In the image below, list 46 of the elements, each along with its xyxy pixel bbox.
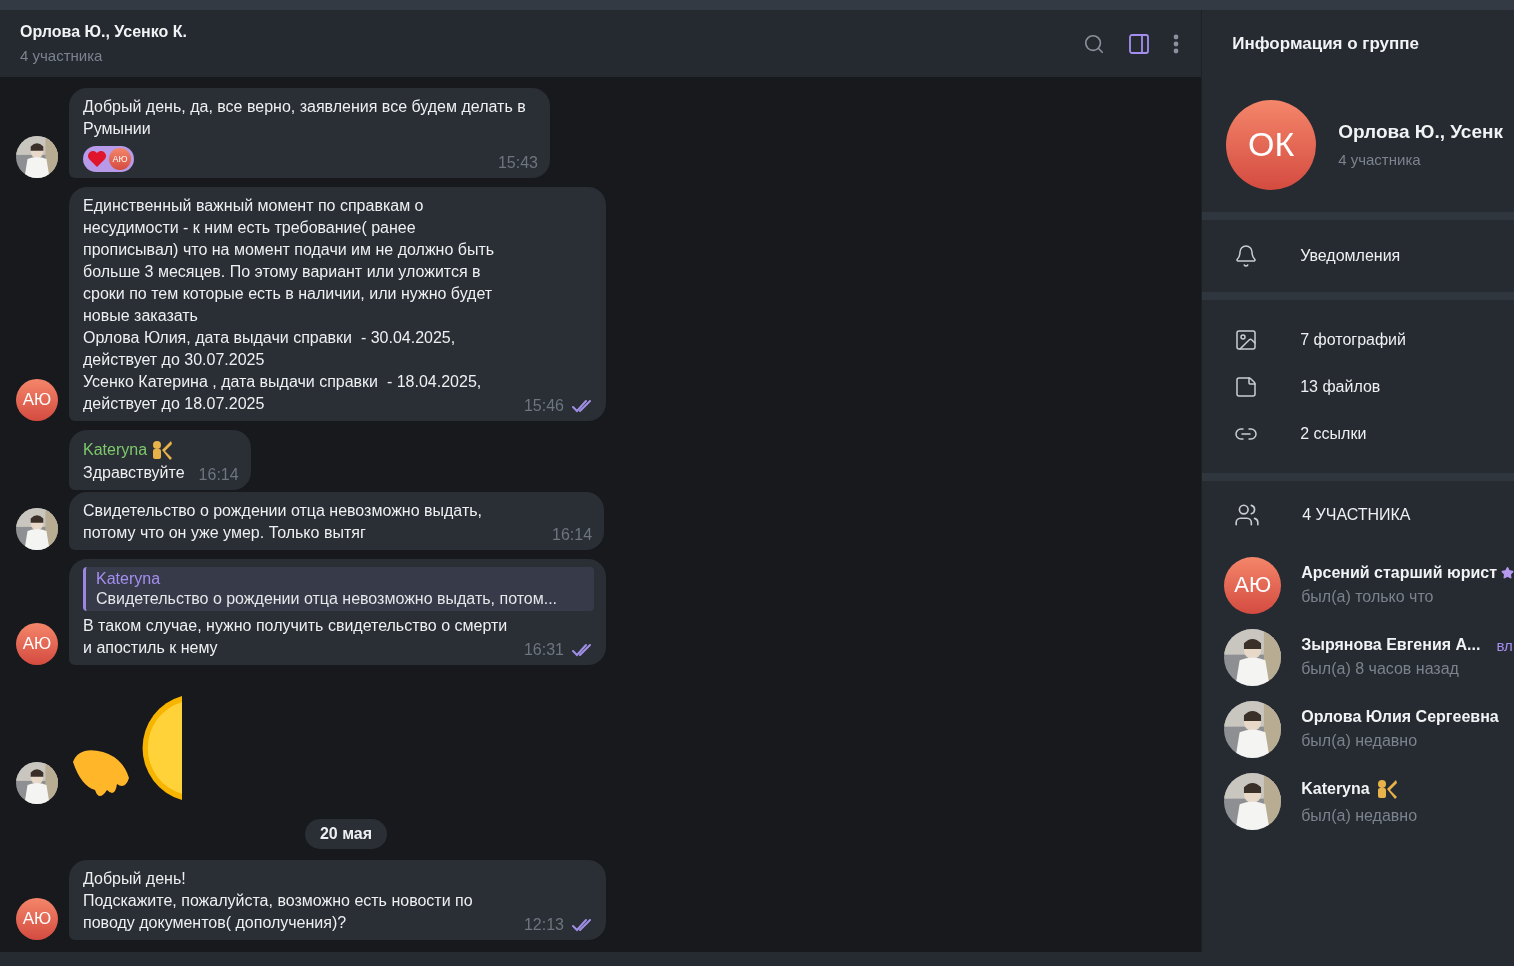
member-role: вл — [1496, 636, 1513, 654]
group-subtitle: 4 участника — [1338, 151, 1422, 168]
message-time: 16:14 — [198, 466, 239, 484]
heart-icon — [87, 150, 107, 168]
member-name[interactable]: Kateryna — [1301, 780, 1370, 798]
bell-icon — [1234, 244, 1259, 268]
star-icon — [1501, 565, 1514, 581]
message-time: 15:46 — [523, 397, 564, 415]
media-item[interactable]: 13 файлов — [1202, 363, 1514, 410]
reply-author: Kateryna — [96, 570, 162, 588]
file-icon — [1234, 374, 1259, 399]
message-time: 12:13 — [523, 916, 564, 934]
reply-quote[interactable]: Kateryna Свидетельство о рождении отца невозможно выдать, потом... — [83, 567, 594, 611]
sender-name[interactable]: Kateryna — [83, 441, 148, 459]
member-status: был(а) недавно — [1301, 732, 1419, 750]
panel-title: Информация о группе — [1232, 33, 1420, 54]
member-status: был(а) только что — [1301, 588, 1435, 606]
message-time: 15:43 — [497, 154, 538, 172]
search-icon — [1083, 32, 1106, 55]
users-icon — [1234, 502, 1261, 528]
image-icon — [1234, 327, 1259, 352]
date-separator: 20 мая — [304, 819, 388, 849]
media-item[interactable]: 2 ссылки — [1202, 410, 1514, 457]
chat-subtitle: 4 участника — [20, 47, 104, 64]
group-name: Орлова Ю., Усенк — [1338, 121, 1503, 143]
notifications-item[interactable]: Уведомления — [1202, 220, 1514, 292]
member-name[interactable]: Арсений старший юрист — [1301, 564, 1497, 582]
message-text: Единственный важный момент по справкам о несудимости - к ним есть требование( ранее прописывал) что на момент подачи им не должно быть больше 3 месяцев. По этому вариант или уложится в сроки по тем которые есть в наличии, или нужно будет новые заказать Орлова Юлия, дата выдачи справки - 30.04.2025, действует до 30.07.2025 Усенко Катерина , дата выдачи справки - 18.04.2025, действует до 18.07.2025 — [83, 196, 496, 414]
message-time: 16:14 — [552, 526, 593, 544]
message-text: Здравствуйте — [83, 463, 185, 483]
reaction-avatar: АЮ — [109, 148, 131, 170]
message-time: 16:31 — [523, 641, 564, 659]
menu-icon — [1173, 33, 1180, 54]
member-status: был(а) 8 часов назад — [1301, 660, 1460, 678]
chat-title[interactable]: Орлова Ю., Усенко К. — [20, 23, 1064, 41]
member-status: был(а) недавно — [1301, 807, 1418, 825]
message-text: Добрый день, да, все верно, заявления все будем делать в Румынии — [83, 97, 527, 139]
side-panel-icon — [1127, 31, 1152, 56]
message-text: Свидетельство о рождении отца невозможно выдать, потому что он уже умер. Только вытяг — [83, 501, 483, 543]
message-text: В таком случае, нужно получить свидетельство о смерти и апостиль к нему — [83, 616, 509, 658]
member-name[interactable]: Зырянова Евгения А... — [1301, 636, 1481, 654]
reply-text: Свидетельство о рождении отца невозможно выдать, потом... — [96, 590, 559, 608]
message-text: Добрый день! Подскажите, пожалуйста, возможно есть новости по поводу документов( дополучения)? — [83, 869, 474, 933]
media-item[interactable]: 7 фотографий — [1202, 316, 1514, 363]
member-name[interactable]: Орлова Юлия Сергеевна — [1301, 708, 1499, 726]
members-header: 4 УЧАСТНИКА — [1202, 481, 1514, 549]
